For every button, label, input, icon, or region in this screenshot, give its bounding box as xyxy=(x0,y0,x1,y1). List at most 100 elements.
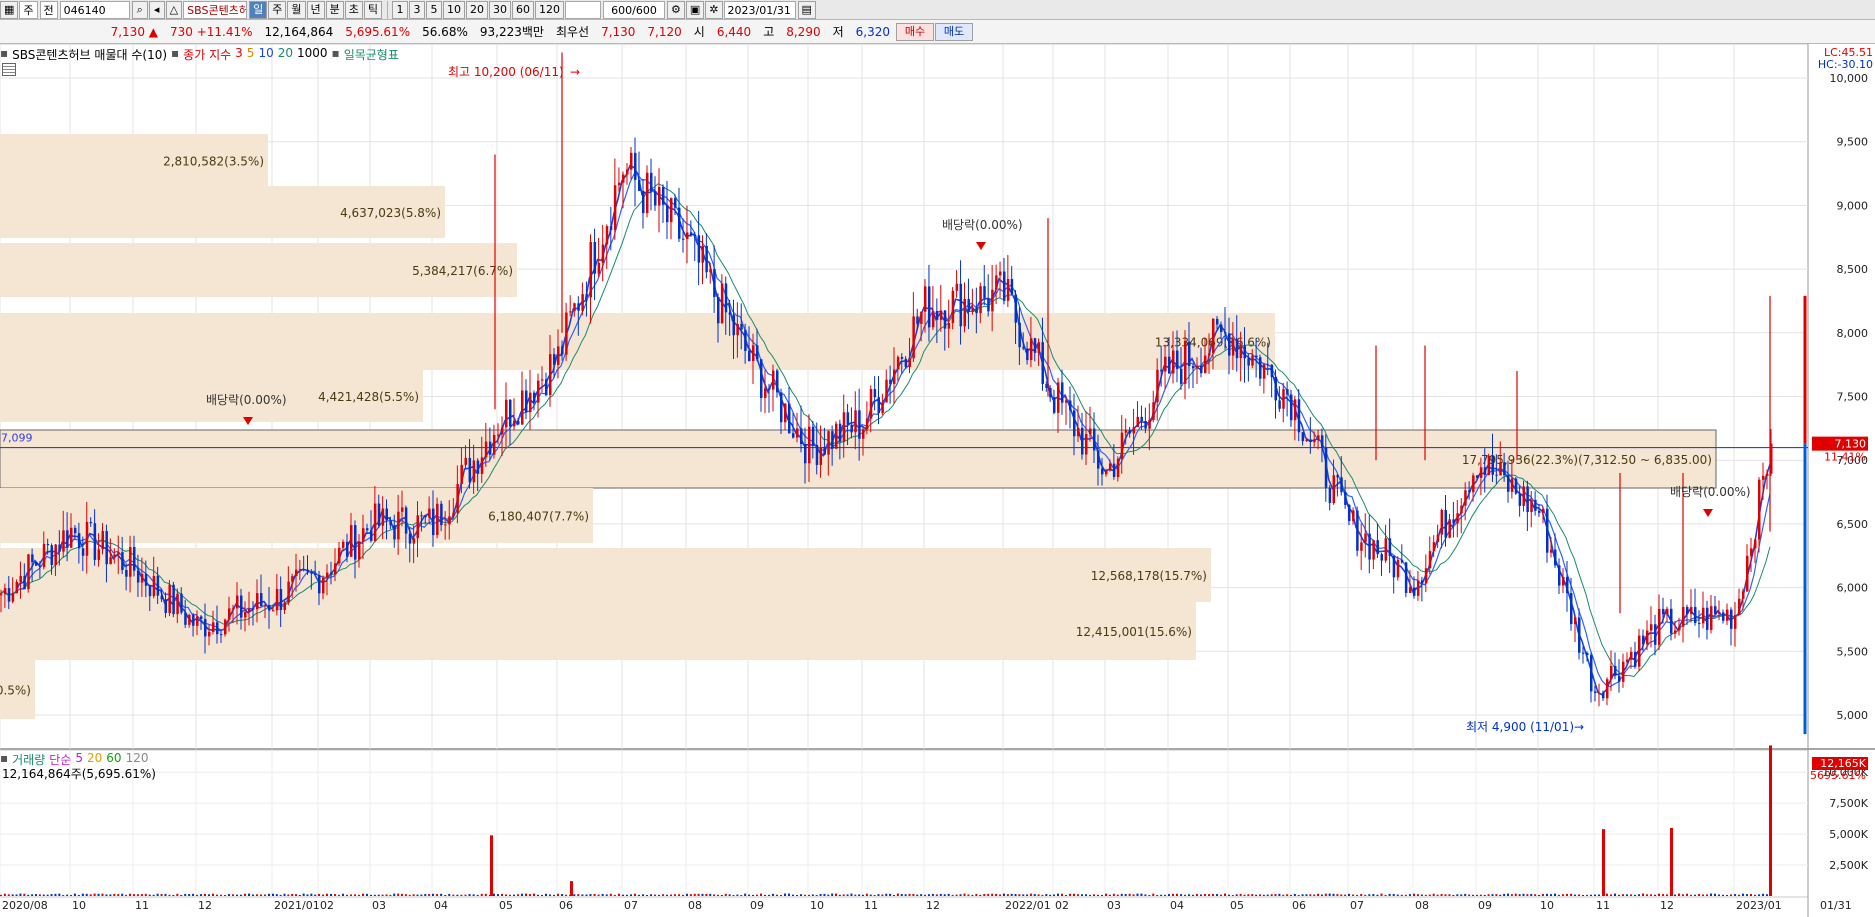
candle-body xyxy=(1184,341,1187,384)
period-month[interactable]: 월 xyxy=(287,0,306,19)
price-chart[interactable]: 2,810,582(3.5%) 4,637,023(5.8%) 5,384,217(… xyxy=(0,44,1875,917)
candle-body xyxy=(815,444,819,465)
candle-body xyxy=(50,545,54,565)
volume-bar xyxy=(991,893,994,896)
calendar-icon[interactable]: ▤ xyxy=(797,0,816,19)
volume-bar xyxy=(713,894,716,896)
volume-bar xyxy=(666,894,668,896)
menu-grid-icon[interactable]: ▦ xyxy=(0,0,19,19)
candle-body xyxy=(924,286,927,312)
best-quote-label: 최우선 xyxy=(555,25,590,39)
candle-body xyxy=(1124,430,1128,433)
volume-bar xyxy=(920,894,923,896)
period-minute[interactable]: 분 xyxy=(325,0,344,19)
legend-ma-10: 10 xyxy=(258,46,274,60)
volume-bar xyxy=(416,894,419,896)
candle-body xyxy=(1570,593,1573,625)
volume-bar xyxy=(1037,894,1040,896)
market-select[interactable]: 주 xyxy=(19,0,38,19)
volume-bar xyxy=(1006,894,1009,896)
interval-custom-input[interactable] xyxy=(565,0,601,19)
period-day[interactable]: 일 xyxy=(249,0,268,19)
volume-bar xyxy=(240,894,242,896)
range-select[interactable]: 전 xyxy=(39,0,58,19)
volume-bar xyxy=(484,893,487,896)
volume-bar xyxy=(1495,894,1498,896)
volume-bar xyxy=(1105,893,1107,896)
date-input[interactable]: 2023/01/31 xyxy=(723,0,796,19)
interval-120[interactable]: 120 xyxy=(535,0,564,19)
candle-body xyxy=(1670,608,1673,634)
candle-body xyxy=(1487,455,1491,475)
candle-body xyxy=(220,634,223,636)
period-year[interactable]: 년 xyxy=(306,0,325,19)
candle-body xyxy=(1650,624,1653,631)
volume-bar xyxy=(1262,894,1265,896)
candle-body xyxy=(1212,318,1215,354)
candle-body xyxy=(468,457,472,483)
volume-tick-label: 5,000K xyxy=(1829,828,1868,841)
volume-bar xyxy=(401,893,403,896)
search-icon[interactable]: ⌕ xyxy=(131,0,148,19)
save-icon[interactable]: ▣ xyxy=(685,0,705,19)
period-second[interactable]: 초 xyxy=(344,0,363,19)
volume-bar xyxy=(397,893,400,896)
candle-body xyxy=(748,351,751,362)
volume-bar xyxy=(23,893,26,896)
settings-icon[interactable]: ⚙ xyxy=(667,0,685,19)
volume-bar xyxy=(7,894,10,896)
candle-body xyxy=(362,528,365,542)
candle-body xyxy=(385,508,388,521)
gear-icon[interactable]: ✲ xyxy=(705,0,723,19)
period-tick[interactable]: 틱 xyxy=(363,0,382,19)
ask-price: 7,130 xyxy=(601,24,636,39)
volume-bar xyxy=(1320,894,1323,896)
interval-30[interactable]: 30 xyxy=(489,0,511,19)
interval-1[interactable]: 1 xyxy=(392,0,408,19)
candle-body xyxy=(1610,665,1613,680)
interval-5[interactable]: 5 xyxy=(426,0,442,19)
date-tick-label: 12 xyxy=(1660,899,1674,912)
candle-body xyxy=(1554,549,1557,566)
candle-body xyxy=(101,531,104,550)
candle-body xyxy=(605,226,609,245)
candle-body xyxy=(97,549,101,560)
count-input[interactable]: 600/600 xyxy=(603,0,665,19)
volume-bar xyxy=(646,894,648,896)
volume-bar xyxy=(350,894,352,896)
volume-bar xyxy=(545,893,547,896)
speaker-icon[interactable]: ◂ xyxy=(148,0,165,19)
interval-3[interactable]: 3 xyxy=(409,0,425,19)
interval-20[interactable]: 20 xyxy=(466,0,488,19)
candle-body xyxy=(1297,399,1301,433)
volume-bar xyxy=(264,894,266,896)
candle-body xyxy=(1758,479,1761,540)
volume-bar xyxy=(501,893,503,896)
volume-bar xyxy=(686,893,688,896)
volume-bar xyxy=(854,894,857,896)
interval-10[interactable]: 10 xyxy=(443,0,465,19)
interval-60[interactable]: 60 xyxy=(512,0,534,19)
warning-icon: △ xyxy=(165,0,183,19)
volume-bar xyxy=(549,894,551,896)
candle-body xyxy=(881,402,884,414)
volume-bar xyxy=(1348,893,1350,896)
table-icon[interactable] xyxy=(2,63,16,76)
volume-bar xyxy=(697,893,700,896)
buy-button[interactable]: 매수 xyxy=(896,22,934,41)
stock-code-input[interactable]: 046140 xyxy=(59,0,130,19)
volume-bar xyxy=(835,893,837,896)
volume-bar xyxy=(1124,894,1127,896)
volume-bar xyxy=(1487,894,1490,896)
candle-body xyxy=(354,525,357,560)
volume-bar xyxy=(537,894,539,896)
candle-body xyxy=(1642,635,1645,645)
volume-bar xyxy=(1646,894,1648,896)
period-week[interactable]: 주 xyxy=(268,0,287,19)
sell-button[interactable]: 매도 xyxy=(935,22,973,41)
volume-bar xyxy=(310,893,313,896)
volume-profile-band xyxy=(0,602,1196,660)
volume-bar xyxy=(125,894,128,896)
volume-bar xyxy=(585,894,588,896)
candle-body xyxy=(136,570,140,583)
